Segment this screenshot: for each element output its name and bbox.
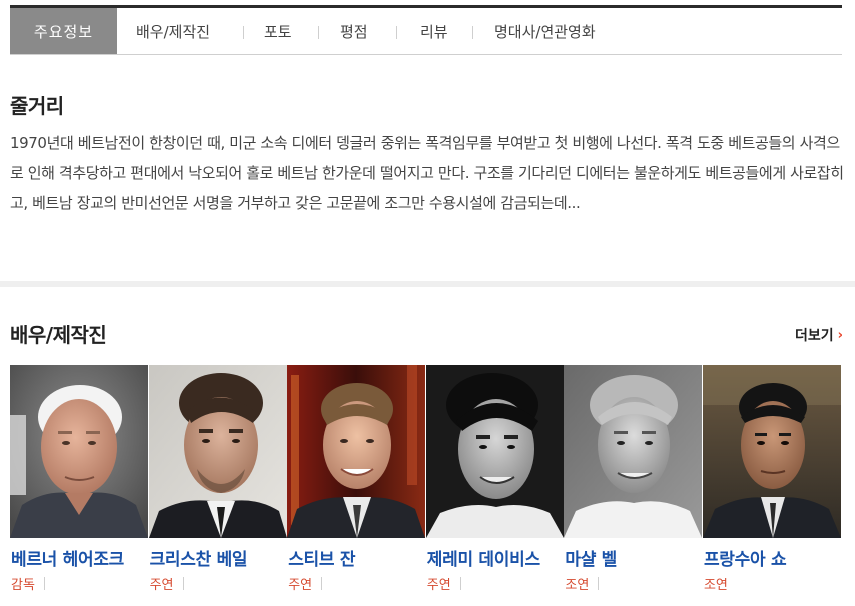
tab-bar: 주요정보 배우/제작진 포토 평점 리뷰 명대사/연관영화 bbox=[10, 5, 842, 55]
cast-photo[interactable] bbox=[564, 365, 703, 538]
tab-label: 리뷰 bbox=[420, 22, 448, 41]
tab-label: 주요정보 bbox=[33, 22, 94, 41]
cast-role: 주연 bbox=[287, 574, 426, 593]
cast-role-label: 감독 bbox=[11, 578, 35, 593]
tab-cast-crew[interactable]: 배우/제작진 bbox=[117, 8, 244, 54]
chevron-right-icon: › bbox=[837, 327, 843, 343]
section-divider bbox=[0, 281, 855, 287]
role-separator bbox=[182, 577, 184, 590]
cast-photo[interactable] bbox=[10, 365, 148, 538]
cast-member[interactable]: 스티브 잔 주연 bbox=[287, 365, 426, 593]
role-separator bbox=[598, 577, 600, 590]
cast-name-link[interactable]: 크리스찬 베일 bbox=[149, 545, 273, 570]
cast-member[interactable]: 마샬 벨 조연 bbox=[564, 365, 703, 593]
cast-member[interactable]: 프랑수아 쇼 조연 bbox=[702, 365, 842, 593]
cast-role-label: 주연 bbox=[149, 578, 174, 593]
cast-role: 감독 bbox=[10, 574, 149, 593]
cast-member[interactable]: 제레미 데이비스 주연 bbox=[425, 365, 565, 593]
cast-list: 베르너 헤어조크 감독 크리스찬 베일 주연 스티브 잔 주연 제레미 데이비스… bbox=[10, 365, 842, 593]
cast-role-label: 조연 bbox=[703, 578, 728, 593]
cast-name-link[interactable]: 제레미 데이비스 bbox=[426, 545, 550, 570]
role-separator bbox=[459, 577, 461, 590]
cast-role: 조연 bbox=[703, 574, 842, 593]
cast-role-label: 주연 bbox=[288, 578, 313, 593]
synopsis-title: 줄거리 bbox=[10, 94, 64, 118]
more-label: 더보기 bbox=[795, 328, 834, 344]
more-button[interactable]: 더보기 › bbox=[795, 325, 843, 345]
tab-label: 포토 bbox=[264, 22, 292, 41]
cast-role: 조연 bbox=[564, 574, 703, 593]
cast-section-title: 배우/제작진 bbox=[10, 323, 107, 347]
tab-rating[interactable]: 평점 bbox=[319, 8, 397, 54]
cast-role: 주연 bbox=[149, 574, 288, 593]
cast-photo[interactable] bbox=[425, 365, 564, 538]
cast-role-label: 주연 bbox=[426, 578, 451, 593]
tab-label: 배우/제작진 bbox=[136, 22, 211, 41]
tab-label: 평점 bbox=[340, 22, 368, 41]
cast-photo[interactable] bbox=[287, 365, 426, 538]
cast-role: 주연 bbox=[426, 574, 565, 593]
role-separator bbox=[321, 577, 323, 590]
cast-photo[interactable] bbox=[702, 365, 841, 538]
synopsis-text: 1970년대 베트남전이 한창이던 때, 미군 소속 디에터 뎅글러 중위는 폭… bbox=[10, 134, 844, 212]
cast-name-link[interactable]: 프랑수아 쇼 bbox=[703, 545, 827, 570]
cast-member[interactable]: 베르너 헤어조크 감독 bbox=[10, 365, 149, 593]
cast-member[interactable]: 크리스찬 베일 주연 bbox=[148, 365, 288, 593]
cast-role-label: 조연 bbox=[565, 578, 590, 593]
role-separator bbox=[43, 577, 45, 590]
cast-name-link[interactable]: 스티브 잔 bbox=[287, 545, 411, 570]
tab-label: 명대사/연관영화 bbox=[494, 22, 596, 41]
tab-quotes-related[interactable]: 명대사/연관영화 bbox=[473, 8, 596, 54]
cast-name-link[interactable]: 베르너 헤어조크 bbox=[10, 545, 134, 570]
cast-photo[interactable] bbox=[148, 365, 287, 538]
tab-photo[interactable]: 포토 bbox=[244, 8, 319, 54]
cast-name-link[interactable]: 마샬 벨 bbox=[564, 545, 688, 570]
tab-review[interactable]: 리뷰 bbox=[397, 8, 473, 54]
tab-main-info[interactable]: 주요정보 bbox=[10, 8, 117, 54]
